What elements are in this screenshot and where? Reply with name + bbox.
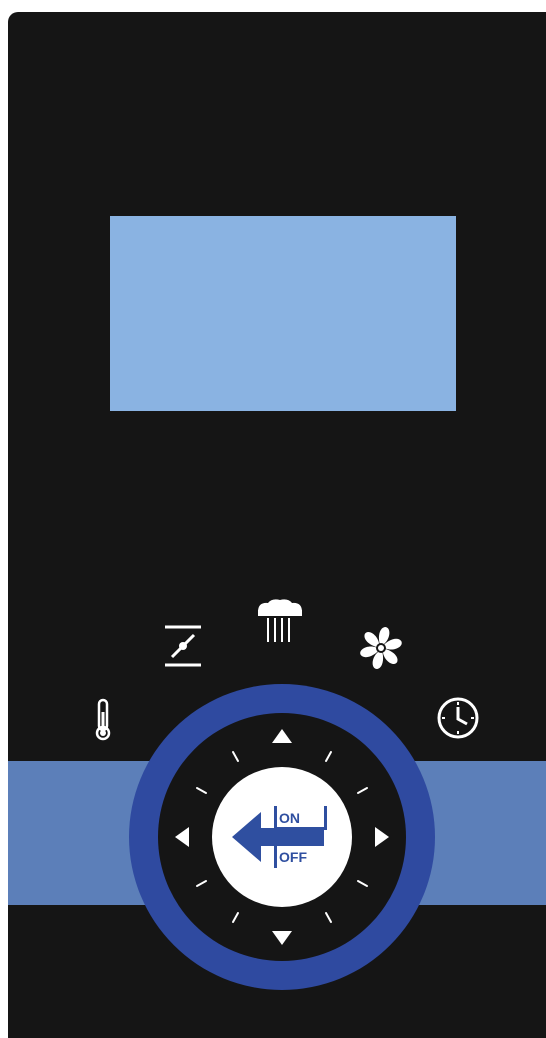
on-label: ON <box>279 810 300 826</box>
control-dial[interactable]: ON OFF <box>127 682 437 992</box>
on-off-button[interactable] <box>212 767 352 907</box>
temperature-icon[interactable] <box>91 698 115 742</box>
damper-icon[interactable] <box>163 624 203 668</box>
lcd-display <box>110 216 456 411</box>
control-panel: ON OFF <box>8 12 546 1038</box>
off-label: OFF <box>279 849 307 865</box>
steam-icon[interactable] <box>254 598 306 644</box>
fan-icon[interactable] <box>357 624 405 672</box>
timer-icon[interactable] <box>436 696 480 740</box>
